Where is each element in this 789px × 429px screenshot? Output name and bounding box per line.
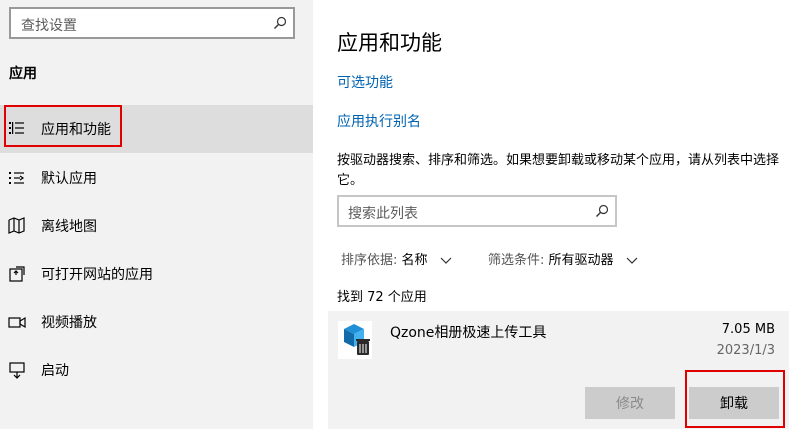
sort-value: 名称 [401, 253, 428, 268]
sidebar-item-label: 视频播放 [41, 315, 97, 331]
filter-dropdown[interactable]: 筛选条件: 所有驱动器 [488, 249, 638, 268]
modify-button[interactable]: 修改 [585, 387, 675, 419]
description-text: 按驱动器搜索、排序和筛选。如果想要卸载或移动某个应用，请从列表中选择它。 [337, 153, 780, 188]
sidebar-item-apps-for-websites[interactable]: 可打开网站的应用 [0, 250, 313, 298]
app-name: Qzone相册极速上传工具 [390, 325, 547, 341]
optional-features-link[interactable]: 可选功能 [337, 72, 393, 92]
default-apps-icon [9, 172, 25, 184]
sidebar-item-video-playback[interactable]: 视频播放 [0, 298, 313, 346]
sidebar-item-label: 离线地图 [41, 219, 97, 235]
sidebar-item-startup[interactable]: 启动 [0, 346, 313, 394]
sidebar-item-label: 默认应用 [41, 171, 97, 187]
list-search-placeholder: 搜索此列表 [348, 206, 418, 222]
app-install-date: 2023/1/3 [716, 343, 775, 358]
app-execution-alias-link[interactable]: 应用执行别名 [337, 111, 421, 131]
search-icon[interactable] [595, 204, 609, 218]
sidebar-item-label: 启动 [41, 363, 69, 379]
chevron-down-icon [626, 257, 638, 264]
uninstall-highlight [685, 370, 785, 428]
qzone-uploader-app-icon [338, 321, 372, 359]
search-icon[interactable] [273, 16, 287, 30]
startup-icon [9, 362, 25, 379]
sort-label: 排序依据: [341, 253, 398, 268]
sort-dropdown[interactable]: 排序依据: 名称 [341, 249, 452, 268]
sidebar: 查找设置 应用 应用和功能 默认应用 离线地图 可打开网站的应用 视频播放 启动 [0, 0, 313, 429]
offline-maps-icon [8, 217, 25, 234]
filter-label: 筛选条件: [488, 253, 545, 268]
found-count: 找到 72 个应用 [337, 290, 427, 305]
page-title: 应用和功能 [337, 31, 442, 55]
list-search-input[interactable]: 搜索此列表 [337, 195, 617, 227]
section-title: 应用 [9, 66, 37, 82]
video-playback-icon [8, 316, 26, 329]
apps-for-websites-icon [9, 266, 25, 282]
sidebar-item-default-apps[interactable]: 默认应用 [0, 154, 313, 202]
chevron-down-icon [440, 257, 452, 264]
settings-search-input[interactable]: 查找设置 [9, 7, 295, 39]
main-content: 应用和功能 可选功能 应用执行别名 按驱动器搜索、排序和筛选。如果想要卸载或移动… [313, 0, 789, 429]
sidebar-item-offline-maps[interactable]: 离线地图 [0, 202, 313, 250]
settings-search-placeholder: 查找设置 [21, 18, 77, 34]
selected-item-highlight [4, 105, 122, 147]
filter-value: 所有驱动器 [548, 253, 614, 268]
sidebar-item-label: 可打开网站的应用 [41, 267, 153, 283]
app-size: 7.05 MB [721, 322, 775, 337]
